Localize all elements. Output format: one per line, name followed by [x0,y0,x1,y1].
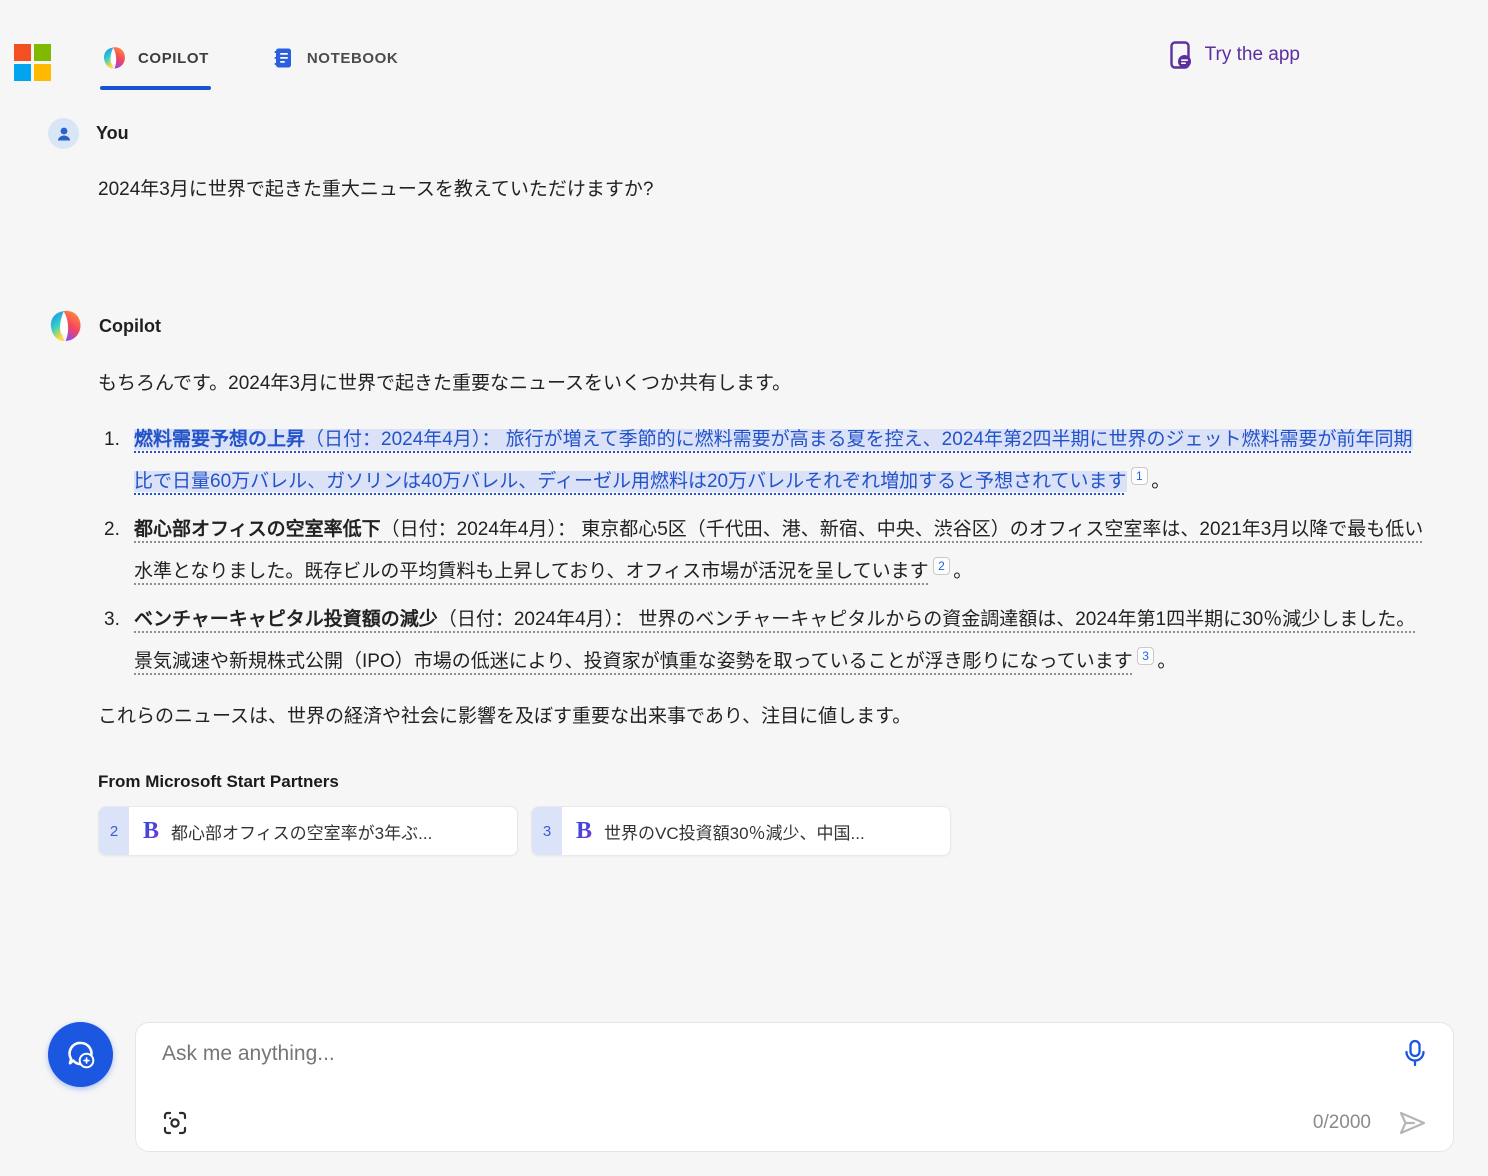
try-the-app-link[interactable]: Try the app [1167,40,1300,70]
tab-copilot-label: COPILOT [138,50,209,67]
tab-notebook-label: NOTEBOOK [307,50,398,67]
send-button[interactable] [1397,1109,1427,1137]
publisher-logo-icon: B [576,818,592,845]
source-card-3-number: 3 [532,807,562,855]
tab-bar: COPILOT NOTEBOOK [100,38,400,90]
composer: 0/2000 [48,1022,1454,1152]
active-tab-underline [100,86,211,90]
new-chat-button[interactable] [48,1022,113,1087]
sources-heading: From Microsoft Start Partners [98,772,1454,792]
closing-text: これらのニュースは、世界の経済や社会に影響を及ぼす重要な出来事であり、注目に値し… [98,701,1454,728]
tab-copilot[interactable]: COPILOT [100,38,211,90]
source-cards: 2 B 都心部オフィスの空室率が3年ぶ... 3 B 世界のVC投資額30％減少… [98,806,1454,856]
ask-input[interactable] [162,1042,1387,1066]
character-counter: 0/2000 [1313,1112,1371,1134]
message-input-box[interactable]: 0/2000 [135,1022,1454,1152]
news-list: 1. 燃料需要予想の上昇（日付：2024年4月）： 旅行が増えて季節的に燃料需要… [98,419,1454,683]
sentence-end: 。 [953,561,972,582]
new-chat-icon [64,1038,98,1072]
news-link-1[interactable]: 燃料需要予想の上昇（日付：2024年4月）： 旅行が増えて季節的に燃料需要が高ま… [134,429,1413,492]
list-item-number: 1. [98,419,134,503]
source-card-2-title: 都心部オフィスの空室率が3年ぶ... [171,819,432,844]
list-item-number: 2. [98,509,134,593]
top-bar: COPILOT NOTEBOOK Try the app [0,0,1488,100]
source-card-3-title: 世界のVC投資額30％減少、中国... [604,819,865,844]
list-item: 2. 都心部オフィスの空室率低下（日付：2024年4月）： 東京都心5区（千代田… [98,509,1454,593]
user-message: You 2024年3月に世界で起きた重大ニュースを教えていただけますか? [48,118,1454,205]
list-item: 1. 燃料需要予想の上昇（日付：2024年4月）： 旅行が増えて季節的に燃料需要… [98,419,1454,503]
source-card-3[interactable]: 3 B 世界のVC投資額30％減少、中国... [531,806,951,856]
copilot-message: Copilot もちろんです。2024年3月に世界で起きた重要なニュースをいくつ… [48,309,1454,856]
source-card-2-number: 2 [99,807,129,855]
user-question-text: 2024年3月に世界で起きた重大ニュースを教えていただけますか? [98,175,1454,205]
user-sender-name: You [96,123,129,144]
chat-area: You 2024年3月に世界で起きた重大ニュースを教えていただけますか? Cop… [0,118,1488,856]
news-link-1-body: （日付：2024年4月）： 旅行が増えて季節的に燃料需要が高まる夏を控え、202… [134,429,1413,492]
copilot-sender-name: Copilot [99,316,161,337]
news-text-3-title: ベンチャーキャピタル投資額の減少 [134,609,438,630]
list-item: 3. ベンチャーキャピタル投資額の減少（日付：2024年4月）： 世界のベンチャ… [98,599,1454,683]
list-item-number: 3. [98,599,134,683]
tab-notebook[interactable]: NOTEBOOK [269,38,400,90]
news-text-2-title: 都心部オフィスの空室率低下 [134,519,381,540]
try-the-app-label: Try the app [1205,44,1300,66]
send-icon [1397,1109,1427,1137]
citation-badge-2[interactable]: 2 [933,557,951,575]
sentence-end: 。 [1151,471,1170,492]
person-icon [55,125,73,143]
news-text-3: ベンチャーキャピタル投資額の減少（日付：2024年4月）： 世界のベンチャーキャ… [134,609,1415,672]
microphone-button[interactable] [1403,1039,1427,1069]
citation-badge-1[interactable]: 1 [1131,467,1149,485]
copilot-avatar-icon [48,309,82,343]
copilot-intro-text: もちろんです。2024年3月に世界で起きた重要なニュースをいくつか共有します。 [98,369,1454,399]
news-link-1-title: 燃料需要予想の上昇 [134,429,305,450]
publisher-logo-icon: B [143,818,159,845]
source-card-2[interactable]: 2 B 都心部オフィスの空室率が3年ぶ... [98,806,518,856]
notebook-icon [271,46,295,70]
microsoft-logo-icon[interactable] [14,44,52,82]
citation-badge-3[interactable]: 3 [1137,647,1155,665]
screenshot-capture-button[interactable] [162,1110,188,1136]
sentence-end: 。 [1157,651,1176,672]
news-text-2: 都心部オフィスの空室率低下（日付：2024年4月）： 東京都心5区（千代田、港、… [134,519,1423,582]
user-avatar [48,118,79,149]
phone-chat-icon [1167,40,1193,70]
copilot-logo-icon [102,46,126,70]
microphone-icon [1403,1039,1427,1069]
camera-scan-icon [162,1110,188,1136]
